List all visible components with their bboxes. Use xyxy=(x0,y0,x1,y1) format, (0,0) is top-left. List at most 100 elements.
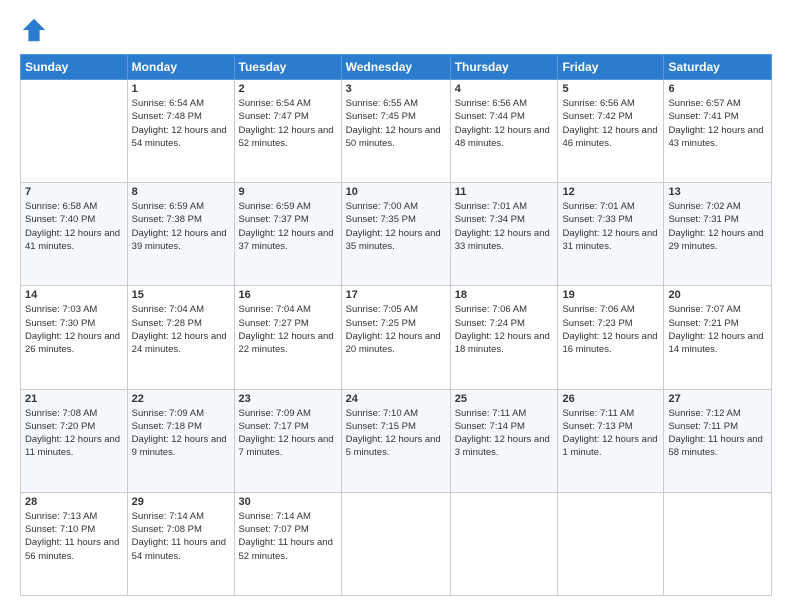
calendar-cell xyxy=(21,80,128,183)
calendar-cell: 13Sunrise: 7:02 AMSunset: 7:31 PMDayligh… xyxy=(664,183,772,286)
day-number: 27 xyxy=(668,393,767,405)
sunset: Sunset: 7:30 PM xyxy=(25,318,95,329)
sunset: Sunset: 7:42 PM xyxy=(562,111,632,122)
cell-info: Sunrise: 7:09 AMSunset: 7:17 PMDaylight:… xyxy=(239,407,337,460)
sunset: Sunset: 7:28 PM xyxy=(132,318,202,329)
calendar-cell xyxy=(558,492,664,595)
sunrise: Sunrise: 6:54 AM xyxy=(239,98,311,109)
sunset: Sunset: 7:35 PM xyxy=(346,214,416,225)
sunrise: Sunrise: 6:58 AM xyxy=(25,201,97,212)
daylight: Daylight: 12 hours and 50 minutes. xyxy=(346,125,441,149)
sunset: Sunset: 7:07 PM xyxy=(239,524,309,535)
cell-info: Sunrise: 7:03 AMSunset: 7:30 PMDaylight:… xyxy=(25,303,123,356)
sunrise: Sunrise: 6:55 AM xyxy=(346,98,418,109)
sunset: Sunset: 7:13 PM xyxy=(562,421,632,432)
sunrise: Sunrise: 7:09 AM xyxy=(132,408,204,419)
day-number: 23 xyxy=(239,393,337,405)
day-number: 21 xyxy=(25,393,123,405)
calendar-week-row: 1Sunrise: 6:54 AMSunset: 7:48 PMDaylight… xyxy=(21,80,772,183)
weekday-header: Thursday xyxy=(450,55,558,80)
daylight: Daylight: 12 hours and 16 minutes. xyxy=(562,331,657,355)
sunrise: Sunrise: 7:13 AM xyxy=(25,511,97,522)
cell-info: Sunrise: 6:54 AMSunset: 7:48 PMDaylight:… xyxy=(132,97,230,150)
calendar-cell: 22Sunrise: 7:09 AMSunset: 7:18 PMDayligh… xyxy=(127,389,234,492)
calendar-week-row: 21Sunrise: 7:08 AMSunset: 7:20 PMDayligh… xyxy=(21,389,772,492)
sunset: Sunset: 7:23 PM xyxy=(562,318,632,329)
sunrise: Sunrise: 6:57 AM xyxy=(668,98,740,109)
day-number: 8 xyxy=(132,186,230,198)
sunrise: Sunrise: 7:11 AM xyxy=(562,408,634,419)
calendar-cell: 26Sunrise: 7:11 AMSunset: 7:13 PMDayligh… xyxy=(558,389,664,492)
calendar-cell: 20Sunrise: 7:07 AMSunset: 7:21 PMDayligh… xyxy=(664,286,772,389)
sunrise: Sunrise: 7:06 AM xyxy=(562,304,634,315)
sunrise: Sunrise: 7:05 AM xyxy=(346,304,418,315)
daylight: Daylight: 12 hours and 54 minutes. xyxy=(132,125,227,149)
sunrise: Sunrise: 7:03 AM xyxy=(25,304,97,315)
calendar-cell: 9 Sunrise: 6:59 AM Sunset: 7:37 PM Daylight… xyxy=(234,183,341,286)
daylight: Daylight: 12 hours and 41 minutes. xyxy=(25,228,120,252)
calendar-cell: 24Sunrise: 7:10 AMSunset: 7:15 PMDayligh… xyxy=(341,389,450,492)
calendar-cell: 15Sunrise: 7:04 AMSunset: 7:28 PMDayligh… xyxy=(127,286,234,389)
sunrise: Sunrise: 7:01 AM xyxy=(562,201,634,212)
calendar-cell xyxy=(450,492,558,595)
calendar-cell: 29Sunrise: 7:14 AMSunset: 7:08 PMDayligh… xyxy=(127,492,234,595)
day-number: 15 xyxy=(132,289,230,301)
day-number: 2 xyxy=(239,83,337,95)
sunrise: Sunrise: 6:59 AM xyxy=(239,201,311,212)
daylight: Daylight: 12 hours and 9 minutes. xyxy=(132,434,227,458)
calendar-cell: 4Sunrise: 6:56 AMSunset: 7:44 PMDaylight… xyxy=(450,80,558,183)
weekday-header: Monday xyxy=(127,55,234,80)
cell-info: Sunrise: 6:57 AM Sunset: 7:41 PM Daylight:… xyxy=(668,97,767,150)
daylight: Daylight: 12 hours and 37 minutes. xyxy=(239,228,334,252)
sunset: Sunset: 7:24 PM xyxy=(455,318,525,329)
logo xyxy=(20,16,52,44)
calendar-cell: 17Sunrise: 7:05 AMSunset: 7:25 PMDayligh… xyxy=(341,286,450,389)
daylight: Daylight: 12 hours and 18 minutes. xyxy=(455,331,550,355)
sunset: Sunset: 7:18 PM xyxy=(132,421,202,432)
weekday-header: Friday xyxy=(558,55,664,80)
sunrise: Sunrise: 7:06 AM xyxy=(455,304,527,315)
calendar-cell: 19Sunrise: 7:06 AMSunset: 7:23 PMDayligh… xyxy=(558,286,664,389)
daylight: Daylight: 11 hours and 52 minutes. xyxy=(239,537,333,561)
cell-info: Sunrise: 6:56 AMSunset: 7:44 PMDaylight:… xyxy=(455,97,554,150)
calendar-cell: 11Sunrise: 7:01 AMSunset: 7:34 PMDayligh… xyxy=(450,183,558,286)
sunrise: Sunrise: 7:04 AM xyxy=(132,304,204,315)
day-number: 9 xyxy=(239,186,337,198)
sunset: Sunset: 7:44 PM xyxy=(455,111,525,122)
calendar-cell: 5Sunrise: 6:56 AMSunset: 7:42 PMDaylight… xyxy=(558,80,664,183)
sunset: Sunset: 7:37 PM xyxy=(239,214,309,225)
calendar-cell: 6Sunrise: 6:57 AMSunset: 7:41 PMDaylight… xyxy=(664,80,772,183)
weekday-header-row: SundayMondayTuesdayWednesdayThursdayFrid… xyxy=(21,55,772,80)
daylight: Daylight: 12 hours and 14 minutes. xyxy=(668,331,763,355)
sunset: Sunset: 7:10 PM xyxy=(25,524,95,535)
day-number: 16 xyxy=(239,289,337,301)
daylight: Daylight: 12 hours and 22 minutes. xyxy=(239,331,334,355)
daylight: Daylight: 12 hours and 43 minutes. xyxy=(668,125,763,149)
daylight: Daylight: 11 hours and 58 minutes. xyxy=(668,434,762,458)
daylight: Daylight: 11 hours and 54 minutes. xyxy=(132,537,226,561)
daylight: Daylight: 12 hours and 7 minutes. xyxy=(239,434,334,458)
sunset: Sunset: 7:27 PM xyxy=(239,318,309,329)
day-number: 10 xyxy=(346,186,446,198)
calendar-week-row: 7Sunrise: 6:58 AMSunset: 7:40 PMDaylight… xyxy=(21,183,772,286)
sunrise: Sunrise: 7:08 AM xyxy=(25,408,97,419)
cell-info: Sunrise: 7:09 AM Sunset: 7:18 PM Daylight:… xyxy=(132,407,230,460)
daylight: Daylight: 12 hours and 46 minutes. xyxy=(562,125,657,149)
cell-info: Sunrise: 7:06 AM Sunset: 7:23 PM Daylight:… xyxy=(562,303,659,356)
weekday-header: Tuesday xyxy=(234,55,341,80)
day-number: 12 xyxy=(562,186,659,198)
sunrise: Sunrise: 7:07 AM xyxy=(668,304,740,315)
sunset: Sunset: 7:33 PM xyxy=(562,214,632,225)
sunset: Sunset: 7:14 PM xyxy=(455,421,525,432)
logo-icon xyxy=(20,16,48,44)
cell-info: Sunrise: 7:05 AMSunset: 7:25 PMDaylight:… xyxy=(346,303,446,356)
sunset: Sunset: 7:41 PM xyxy=(668,111,738,122)
daylight: Daylight: 12 hours and 31 minutes. xyxy=(562,228,657,252)
calendar-cell: 10Sunrise: 7:00 AMSunset: 7:35 PMDayligh… xyxy=(341,183,450,286)
calendar-cell: 12 Sunrise: 7:01 AM Sunset: 7:33 PM Dayligh… xyxy=(558,183,664,286)
calendar-table: SundayMondayTuesdayWednesdayThursdayFrid… xyxy=(20,54,772,596)
calendar-cell: 28Sunrise: 7:13 AMSunset: 7:10 PMDayligh… xyxy=(21,492,128,595)
day-number: 3 xyxy=(346,83,446,95)
daylight: Daylight: 12 hours and 3 minutes. xyxy=(455,434,550,458)
sunset: Sunset: 7:08 PM xyxy=(132,524,202,535)
